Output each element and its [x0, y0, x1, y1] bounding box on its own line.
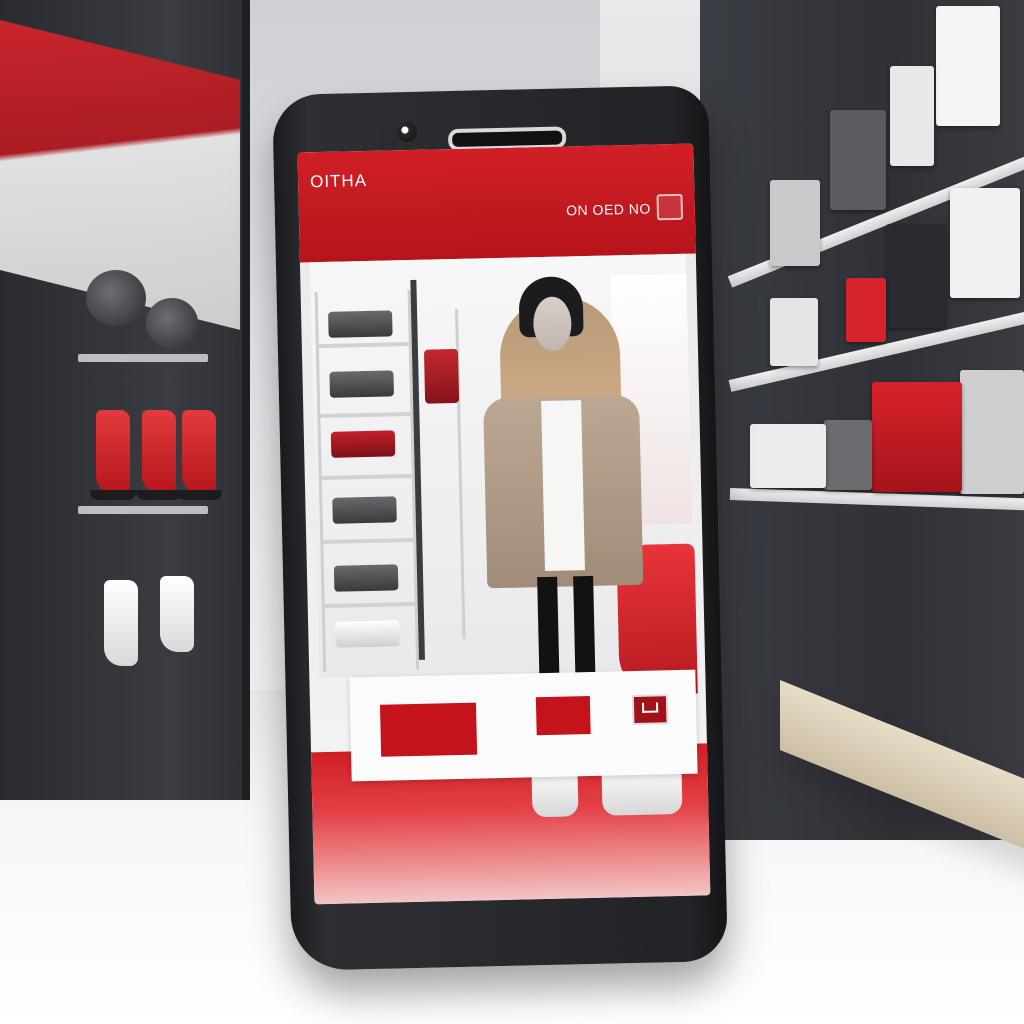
tag-icon[interactable]: [656, 193, 684, 221]
product-card: [750, 424, 826, 488]
phone-screen: OITHA ON OED NO: [297, 143, 711, 905]
product-card: [886, 224, 946, 328]
product-card: [830, 110, 886, 210]
product-card: [770, 180, 820, 266]
mannequin-leg: [573, 575, 596, 687]
product-card: [960, 370, 1024, 494]
header-status-label: ON OED NO: [566, 200, 651, 219]
red-bag: [423, 348, 460, 404]
store-shelf: [321, 473, 412, 481]
folded-item: [329, 370, 394, 398]
primary-action-button[interactable]: [379, 702, 478, 757]
store-shelf-unit: [314, 289, 420, 673]
store-shelf: [318, 342, 409, 349]
product-card: [890, 66, 934, 166]
red-boot: [136, 410, 182, 500]
camera-icon: [396, 121, 418, 143]
mannequin-leg: [537, 576, 560, 688]
folded-item: [335, 620, 400, 648]
product-card: [936, 6, 1000, 126]
app-brand-label: OITHA: [309, 170, 368, 192]
red-boot: [176, 410, 222, 500]
app-header: OITHA ON OED NO: [297, 143, 696, 263]
phone-bezel-bottom: [315, 897, 712, 952]
white-shirt: [541, 400, 585, 571]
product-card: [846, 278, 886, 342]
white-boot: [160, 576, 194, 652]
product-action-bar: [349, 669, 698, 782]
store-shelf: [323, 537, 414, 545]
product-card: [770, 298, 818, 366]
mannequin[interactable]: [478, 275, 647, 688]
red-garment: [872, 382, 962, 492]
displayed-hat: [86, 270, 146, 326]
product-card: [824, 420, 872, 490]
virtual-store-view: [309, 253, 698, 696]
folded-item: [328, 310, 393, 338]
left-shelf: [78, 506, 208, 514]
store-shelf: [320, 412, 411, 419]
displayed-hat: [146, 298, 198, 348]
secondary-action-button[interactable]: [535, 696, 591, 736]
folded-item: [332, 496, 397, 524]
product-card: [950, 188, 1020, 298]
left-shelving-unit: [0, 0, 250, 800]
folded-item: [330, 430, 396, 458]
smartphone: OITHA ON OED NO: [272, 85, 728, 971]
white-boot: [104, 580, 138, 666]
store-shelf: [324, 601, 415, 608]
red-boot: [90, 410, 136, 500]
left-shelf: [78, 354, 208, 362]
folded-item: [333, 564, 399, 592]
cart-icon[interactable]: [631, 694, 669, 726]
